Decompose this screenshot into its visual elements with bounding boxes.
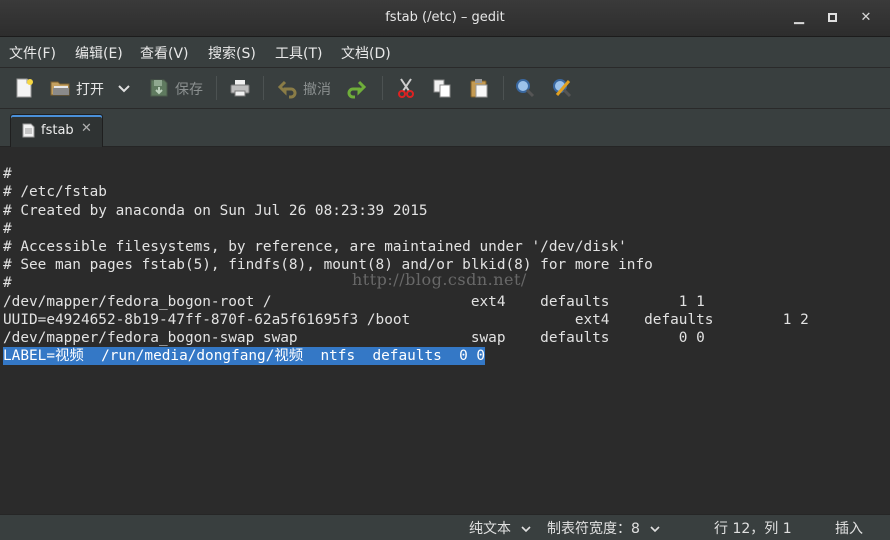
window-title: fstab (/etc) – gedit (385, 10, 505, 25)
toolbar-separator (503, 76, 504, 100)
toolbar-separator (216, 76, 217, 100)
text-line: # (3, 166, 12, 183)
text-line: # Accessible filesystems, by reference, … (3, 239, 627, 255)
watermark: http://blog.csdn.net/ (352, 270, 527, 289)
chevron-down-icon (521, 521, 533, 537)
close-window-button[interactable]: ✕ (857, 9, 875, 27)
minimize-button[interactable]: ▁ (790, 9, 808, 27)
text-line: # Created by anaconda on Sun Jul 26 08:2… (3, 202, 428, 219)
menu-file[interactable]: 文件(F) (9, 43, 56, 63)
text-line: UUID=e4924652-8b19-47ff-870f-62a5f61695f… (3, 311, 809, 328)
menu-edit[interactable]: 编辑(E) (75, 43, 123, 63)
document-icon (22, 123, 35, 138)
menu-documents[interactable]: 文档(D) (341, 43, 391, 63)
paste-icon[interactable] (468, 77, 490, 99)
maximize-icon (828, 13, 837, 22)
search-icon[interactable] (514, 77, 536, 99)
tab-width-label: 制表符宽度：8 (547, 521, 640, 537)
cut-icon[interactable] (395, 77, 417, 99)
text-line: # (3, 220, 12, 237)
print-icon[interactable] (229, 77, 251, 99)
menu-view[interactable]: 查看(V) (140, 43, 189, 63)
menu-bar: 文件(F) 编辑(E) 查看(V) 搜索(S) 工具(T) 文档(D) (0, 37, 890, 68)
toolbar: 打开 保存 撤消 (0, 68, 890, 109)
text-line: /dev/mapper/fedora_bogon-root / ext4 def… (3, 293, 705, 310)
title-bar[interactable]: fstab (/etc) – gedit ▁ ✕ (0, 0, 890, 37)
toolbar-separator (382, 76, 383, 100)
tab-bar: fstab ✕ (0, 109, 890, 147)
copy-icon[interactable] (431, 77, 453, 99)
text-line: # /etc/fstab (3, 184, 107, 201)
chevron-down-icon (650, 521, 662, 537)
selected-text-line: LABEL=视频 /run/media/dongfang/视频 ntfs def… (3, 347, 486, 366)
language-label: 纯文本 (469, 521, 511, 537)
tab-label: fstab (41, 123, 74, 138)
tab-fstab[interactable]: fstab ✕ (10, 114, 103, 147)
menu-tools[interactable]: 工具(T) (275, 43, 322, 63)
open-folder-icon[interactable] (49, 77, 71, 99)
text-line: # (3, 275, 12, 292)
open-button[interactable]: 打开 (76, 79, 104, 99)
maximize-button[interactable] (824, 9, 842, 27)
undo-button[interactable]: 撤消 (303, 79, 331, 99)
language-selector[interactable]: 纯文本 (469, 518, 533, 538)
find-replace-icon[interactable] (551, 77, 573, 99)
tab-width-selector[interactable]: 制表符宽度：8 (547, 518, 662, 538)
new-document-icon[interactable] (13, 77, 35, 99)
menu-search[interactable]: 搜索(S) (208, 43, 256, 63)
undo-icon[interactable] (277, 77, 299, 99)
save-icon[interactable] (148, 77, 170, 99)
chevron-down-icon[interactable] (116, 80, 132, 96)
text-line: /dev/mapper/fedora_bogon-swap swap swap … (3, 330, 705, 346)
cursor-position: 行 12，列 1 (714, 521, 792, 537)
save-button[interactable]: 保存 (175, 79, 203, 99)
status-bar: 纯文本 制表符宽度：8 行 12，列 1 插入 (0, 514, 890, 540)
text-editor[interactable]: # # /etc/fstab # Created by anaconda on Su… (0, 147, 890, 514)
redo-icon[interactable] (345, 77, 367, 99)
close-icon[interactable]: ✕ (81, 121, 92, 136)
toolbar-separator (263, 76, 264, 100)
text-line: # See man pages fstab(5), findfs(8), mou… (3, 257, 653, 274)
insert-mode: 插入 (835, 521, 863, 537)
